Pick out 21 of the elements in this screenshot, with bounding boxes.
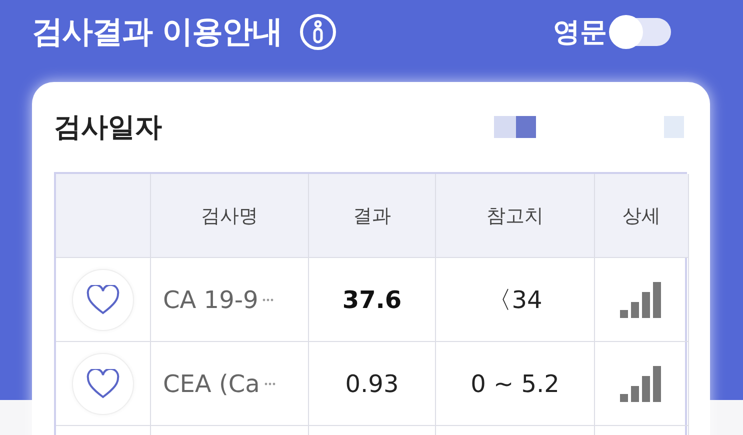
chart-icon[interactable] (620, 366, 664, 402)
more-icon (264, 382, 276, 386)
info-icon (310, 20, 325, 44)
column-header: 결과 (309, 174, 436, 258)
chart-icon[interactable] (620, 282, 664, 318)
test-name: CA 19-9 (163, 286, 258, 314)
more-icon (262, 298, 274, 302)
info-button[interactable] (300, 14, 336, 50)
column-header: 검사명 (151, 174, 309, 258)
heart-icon (86, 284, 120, 314)
result-value: 37.6 (342, 286, 402, 314)
test-name: CEA (Ca (163, 370, 260, 398)
card-title: 검사일자 (54, 111, 162, 145)
reference-value: 〈34 (488, 284, 542, 316)
result-value: 0.93 (345, 370, 399, 398)
column-header: 상세 (595, 174, 689, 258)
column-header: 참고치 (436, 174, 595, 258)
english-toggle-label: 영문 (553, 16, 607, 50)
page-title: 검사결과 이용안내 (32, 13, 282, 52)
reference-value: 0 ~ 5.2 (470, 370, 560, 398)
heart-icon (86, 368, 120, 398)
